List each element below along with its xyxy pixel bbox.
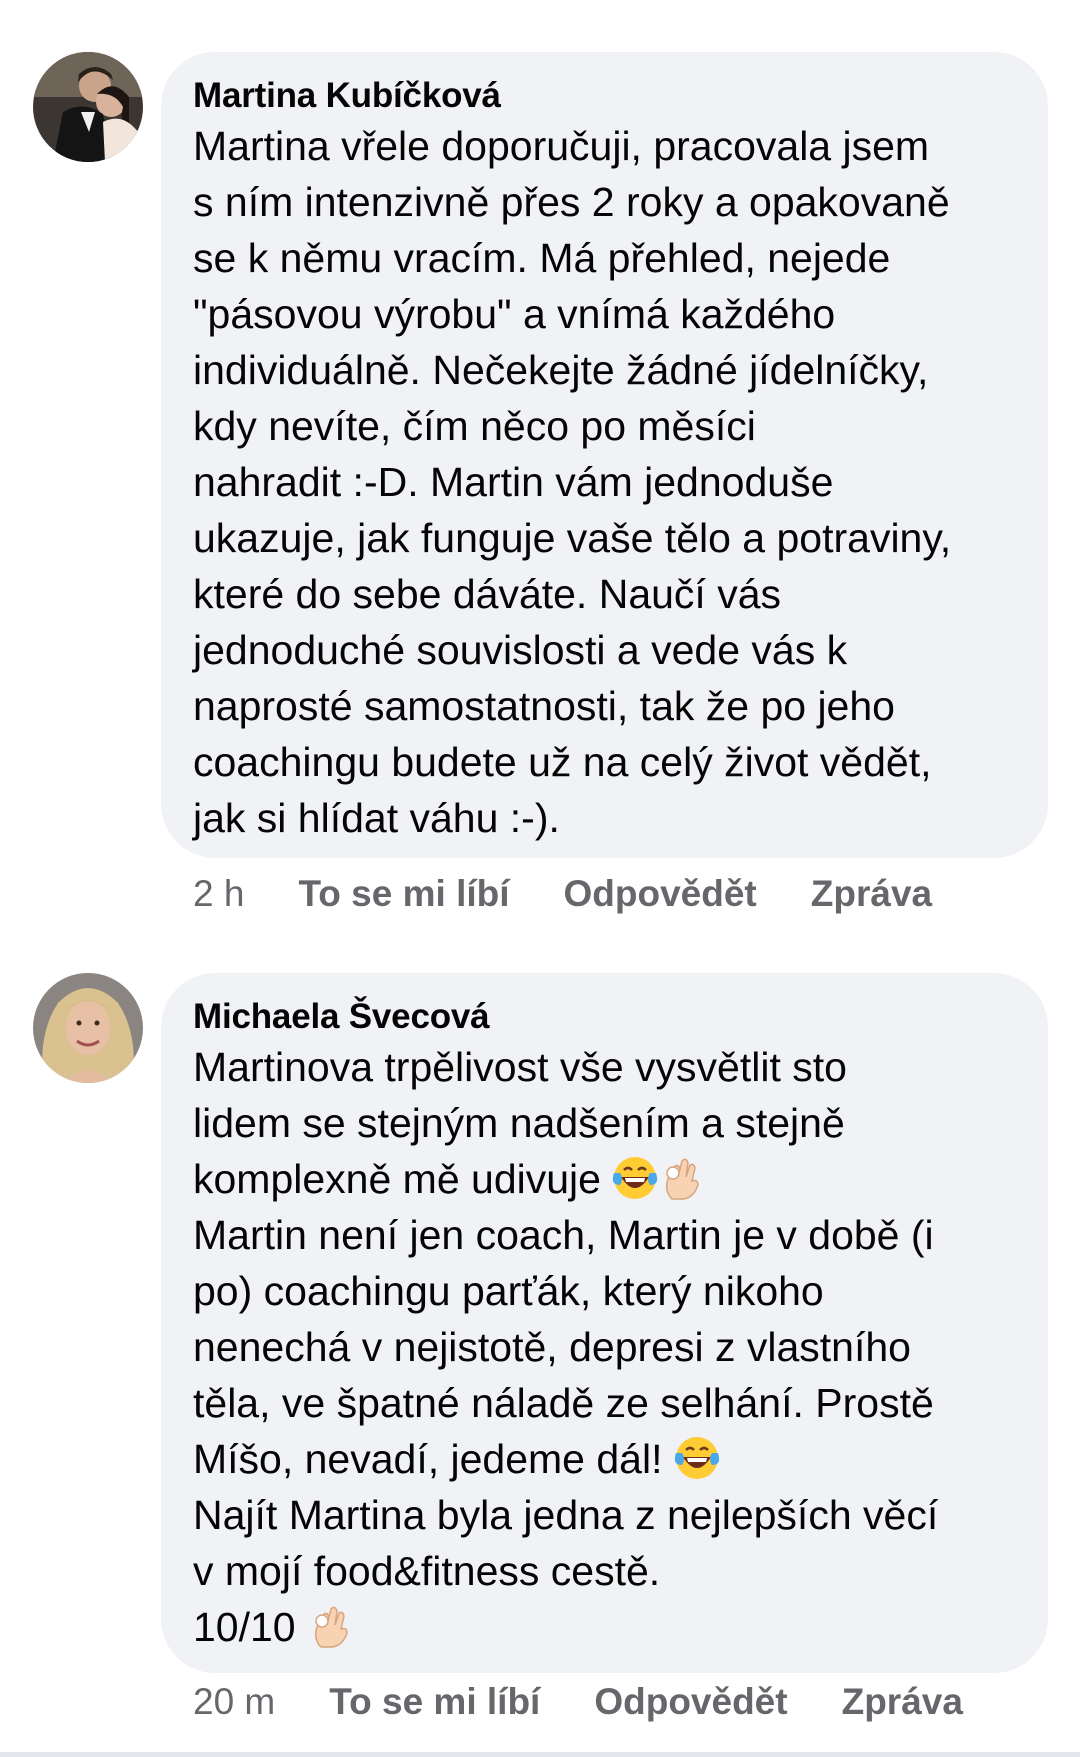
comment-line: Martinova trpělivost vše vysvětlit sto	[193, 1044, 847, 1090]
comment-line: kdy nevíte, čím něco po měsíci	[193, 403, 756, 449]
comment-line: se k němu vracím. Má přehled, nejede	[193, 235, 891, 281]
comment-line: "pásovou výrobu" a vnímá každého	[193, 291, 836, 337]
message-button[interactable]: Zpráva	[842, 1680, 963, 1724]
ok-hand-icon	[658, 1155, 704, 1201]
reply-button[interactable]: Odpovědět	[594, 1680, 787, 1724]
comment-author[interactable]: Michaela Švecová	[193, 995, 1014, 1039]
comment-line: komplexně mě udivuje	[193, 1151, 1014, 1207]
reply-button[interactable]: Odpovědět	[564, 872, 757, 916]
face-with-tears-of-joy-icon	[612, 1155, 658, 1201]
comment-time[interactable]: 2 h	[193, 872, 244, 916]
comment-line: nahradit :-D. Martin vám jednoduše	[193, 459, 834, 505]
avatar[interactable]	[33, 52, 143, 162]
comment-line: 10/10	[193, 1599, 1014, 1655]
comment-line: individuálně. Nečekejte žádné jídelníčky…	[193, 347, 929, 393]
comment-line-text: Míšo, nevadí, jedeme dál!	[193, 1436, 674, 1482]
comment-bubble: Michaela Švecová Martinova trpělivost vš…	[161, 973, 1048, 1673]
comment-line: Míšo, nevadí, jedeme dál!	[193, 1431, 1014, 1487]
comment-actions: 2 h To se mi líbí Odpovědět Zpráva	[193, 872, 986, 916]
comment-text: Martina vřele doporučuji, pracovala jsem…	[193, 118, 1014, 846]
comment-line: s ním intenzivně přes 2 roky a opakovaně	[193, 179, 950, 225]
comment-line-text: 10/10	[193, 1604, 307, 1650]
comment-line: nenechá v nejistotě, depresi z vlastního	[193, 1324, 911, 1370]
comment-line: v mojí food&fitness cestě.	[193, 1548, 661, 1594]
like-button[interactable]: To se mi líbí	[298, 872, 509, 916]
comment-line: jak si hlídat váhu :-).	[193, 795, 560, 841]
comment-line: Martina vřele doporučuji, pracovala jsem	[193, 123, 930, 169]
comment-line-text: komplexně mě udivuje	[193, 1156, 613, 1202]
comment-author[interactable]: Martina Kubíčková	[193, 74, 1014, 118]
divider	[0, 1752, 1080, 1757]
comment-line: ukazuje, jak funguje vaše tělo a potravi…	[193, 515, 952, 561]
comment-line: po) coachingu parťák, který nikoho	[193, 1268, 824, 1314]
avatar[interactable]	[33, 973, 143, 1083]
comment-text: Martinova trpělivost vše vysvětlit sto l…	[193, 1039, 1014, 1655]
comment-line: Martin není jen coach, Martin je v době …	[193, 1212, 934, 1258]
comment-line: těla, ve špatné náladě ze selhání. Prost…	[193, 1380, 934, 1426]
comment-line: jednoduché souvislosti a vede vás k	[193, 627, 848, 673]
comment-line: naprosté samostatnosti, tak že po jeho	[193, 683, 895, 729]
face-with-tears-of-joy-icon	[674, 1435, 720, 1481]
message-button[interactable]: Zpráva	[811, 872, 932, 916]
ok-hand-icon	[307, 1603, 353, 1649]
comment-line: coachingu budete už na celý život vědět,	[193, 739, 932, 785]
comment-line: Najít Martina byla jedna z nejlepších vě…	[193, 1492, 939, 1538]
like-button[interactable]: To se mi líbí	[329, 1680, 540, 1724]
comment-line: lidem se stejným nadšením a stejně	[193, 1100, 845, 1146]
comment-actions: 20 m To se mi líbí Odpovědět Zpráva	[193, 1680, 1017, 1724]
comment-bubble: Martina Kubíčková Martina vřele doporuču…	[161, 52, 1048, 858]
comment-line: které do sebe dáváte. Naučí vás	[193, 571, 782, 617]
comment-time[interactable]: 20 m	[193, 1680, 275, 1724]
